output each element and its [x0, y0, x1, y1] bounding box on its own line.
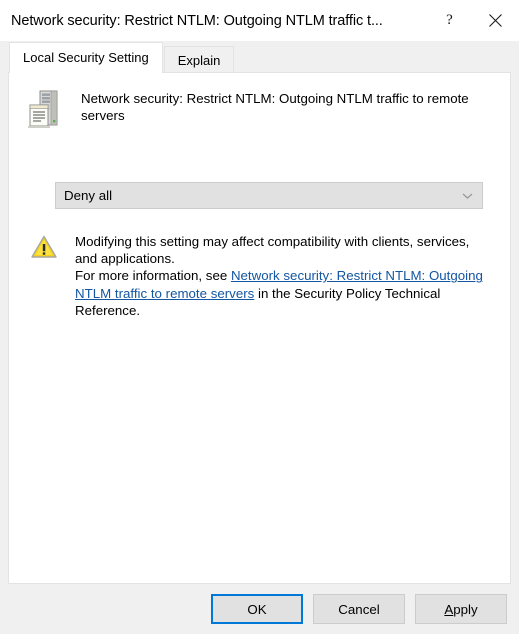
tab-local-security-setting[interactable]: Local Security Setting [9, 42, 163, 73]
title-bar-buttons: ? [427, 0, 519, 41]
properties-dialog: Network security: Restrict NTLM: Outgoin… [0, 0, 519, 634]
apply-button-label: Apply [444, 602, 477, 617]
warning-text: Modifying this setting may affect compat… [75, 233, 487, 319]
setting-value-dropdown[interactable]: Deny all [55, 182, 483, 209]
server-policy-icon [23, 88, 67, 132]
close-icon [489, 14, 502, 27]
question-mark-icon: ? [446, 12, 453, 28]
apply-button[interactable]: Apply [415, 594, 507, 624]
warning-block: Modifying this setting may affect compat… [9, 209, 510, 319]
tab-panel-local-security-setting: Network security: Restrict NTLM: Outgoin… [8, 72, 511, 584]
setting-title: Network security: Restrict NTLM: Outgoin… [81, 91, 469, 123]
apply-rest: pply [453, 601, 478, 617]
dropdown-selected-value: Deny all [64, 188, 113, 203]
tab-explain[interactable]: Explain [163, 46, 235, 73]
window-title: Network security: Restrict NTLM: Outgoin… [11, 12, 383, 29]
setting-value-row: Deny all [9, 182, 510, 209]
help-button[interactable]: ? [427, 0, 472, 41]
cancel-button-label: Cancel [338, 601, 380, 617]
warning-line-1: Modifying this setting may affect compat… [75, 234, 470, 249]
warning-triangle-icon [31, 235, 57, 259]
tab-label: Explain [177, 53, 221, 68]
apply-accelerator: A [444, 601, 454, 617]
setting-header: Network security: Restrict NTLM: Outgoin… [9, 73, 510, 132]
close-button[interactable] [472, 0, 519, 41]
warning-intro: For more information, see [75, 268, 231, 284]
ok-button[interactable]: OK [211, 594, 303, 624]
tab-label: Local Security Setting [23, 50, 149, 65]
tab-strip: Local Security Setting Explain [0, 41, 519, 73]
chevron-down-icon [462, 192, 473, 200]
title-bar: Network security: Restrict NTLM: Outgoin… [0, 0, 519, 41]
cancel-button[interactable]: Cancel [313, 594, 405, 624]
ok-button-label: OK [247, 601, 267, 617]
warning-line-2: and applications. [75, 251, 175, 267]
dialog-footer: OK Cancel Apply [0, 584, 519, 634]
